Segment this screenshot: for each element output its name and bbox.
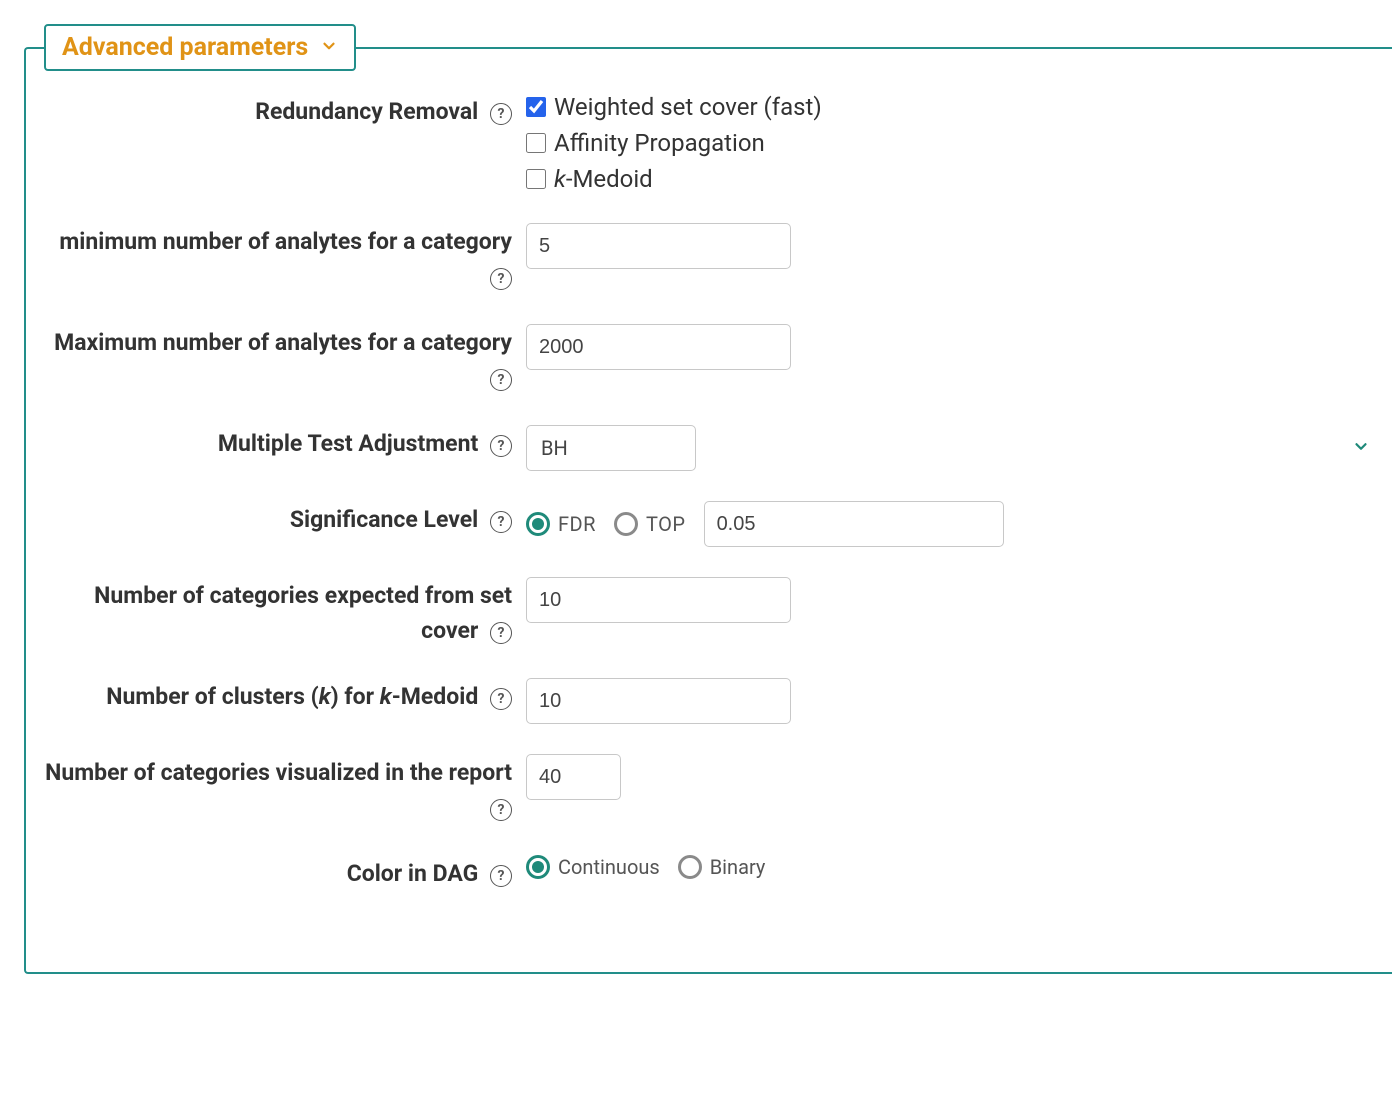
radio-dot-off-icon (678, 855, 702, 879)
help-icon[interactable]: ? (490, 865, 512, 887)
row-color-in-dag: Color in DAG ? Continuous Binary (36, 853, 1382, 892)
row-multiple-test-adjustment: Multiple Test Adjustment ? BH (36, 423, 1382, 471)
label-viz-count: Number of categories visualized in the r… (36, 752, 526, 825)
chevron-down-icon (320, 33, 338, 62)
field-setcover-count (526, 575, 1382, 623)
radio-fdr[interactable]: FDR (526, 512, 596, 536)
checkbox-weighted-set-cover-input[interactable] (526, 97, 546, 117)
help-icon[interactable]: ? (490, 511, 512, 533)
form-body: Redundancy Removal ? Weighted set cover … (26, 71, 1392, 922)
radio-top-label: TOP (646, 512, 686, 536)
field-significance-level: FDR TOP (526, 499, 1382, 547)
field-color-in-dag: Continuous Binary (526, 853, 1382, 879)
multiple-test-adjustment-value: BH (526, 425, 696, 471)
radio-fdr-label: FDR (558, 512, 596, 536)
field-multiple-test-adjustment: BH (526, 423, 1382, 471)
checkbox-k-medoid-label: k-Medoid (554, 165, 653, 193)
row-setcover-count: Number of categories expected from set c… (36, 575, 1382, 648)
row-min-analytes: minimum number of analytes for a categor… (36, 221, 1382, 294)
help-icon[interactable]: ? (490, 369, 512, 391)
row-viz-count: Number of categories visualized in the r… (36, 752, 1382, 825)
row-significance-level: Significance Level ? FDR TOP (36, 499, 1382, 547)
label-redundancy-removal: Redundancy Removal ? (36, 91, 526, 130)
field-min-analytes (526, 221, 1382, 269)
panel-title: Advanced parameters (62, 33, 308, 62)
help-icon[interactable]: ? (490, 688, 512, 710)
checkbox-affinity-propagation-input[interactable] (526, 133, 546, 153)
min-analytes-input[interactable] (526, 223, 791, 269)
radio-continuous-label: Continuous (558, 855, 660, 879)
multiple-test-adjustment-select[interactable]: BH (526, 425, 1382, 471)
field-max-analytes (526, 322, 1382, 370)
viz-count-input[interactable] (526, 754, 621, 800)
help-icon[interactable]: ? (490, 799, 512, 821)
radio-binary[interactable]: Binary (678, 855, 766, 879)
label-max-analytes: Maximum number of analytes for a categor… (36, 322, 526, 395)
advanced-parameters-toggle[interactable]: Advanced parameters (44, 24, 356, 71)
radio-dot-on-icon (526, 855, 550, 879)
chevron-down-icon (1352, 435, 1370, 462)
radio-dot-off-icon (614, 512, 638, 536)
advanced-parameters-panel: Advanced parameters Redundancy Removal ?… (24, 24, 1392, 974)
row-kmedoid-k: Number of clusters (k) for k-Medoid ? (36, 676, 1382, 724)
checkbox-k-medoid-input[interactable] (526, 169, 546, 189)
checkbox-affinity-propagation[interactable]: Affinity Propagation (526, 129, 1382, 157)
max-analytes-input[interactable] (526, 324, 791, 370)
row-max-analytes: Maximum number of analytes for a categor… (36, 322, 1382, 395)
field-viz-count (526, 752, 1382, 800)
radio-continuous[interactable]: Continuous (526, 855, 660, 879)
help-icon[interactable]: ? (490, 622, 512, 644)
radio-top[interactable]: TOP (614, 512, 686, 536)
help-icon[interactable]: ? (490, 435, 512, 457)
help-icon[interactable]: ? (490, 268, 512, 290)
label-kmedoid-k: Number of clusters (k) for k-Medoid ? (36, 676, 526, 715)
checkbox-weighted-set-cover[interactable]: Weighted set cover (fast) (526, 93, 1382, 121)
checkbox-k-medoid[interactable]: k-Medoid (526, 165, 1382, 193)
checkbox-weighted-set-cover-label: Weighted set cover (fast) (554, 93, 822, 121)
label-setcover-count: Number of categories expected from set c… (36, 575, 526, 648)
setcover-count-input[interactable] (526, 577, 791, 623)
field-kmedoid-k (526, 676, 1382, 724)
field-redundancy-removal: Weighted set cover (fast) Affinity Propa… (526, 91, 1382, 193)
label-significance-level: Significance Level ? (36, 499, 526, 538)
label-color-in-dag: Color in DAG ? (36, 853, 526, 892)
kmedoid-k-input[interactable] (526, 678, 791, 724)
radio-dot-on-icon (526, 512, 550, 536)
row-redundancy-removal: Redundancy Removal ? Weighted set cover … (36, 91, 1382, 193)
significance-level-input[interactable] (704, 501, 1004, 547)
label-multiple-test-adjustment: Multiple Test Adjustment ? (36, 423, 526, 462)
radio-binary-label: Binary (710, 855, 766, 879)
help-icon[interactable]: ? (490, 103, 512, 125)
checkbox-affinity-propagation-label: Affinity Propagation (554, 129, 765, 157)
label-min-analytes: minimum number of analytes for a categor… (36, 221, 526, 294)
